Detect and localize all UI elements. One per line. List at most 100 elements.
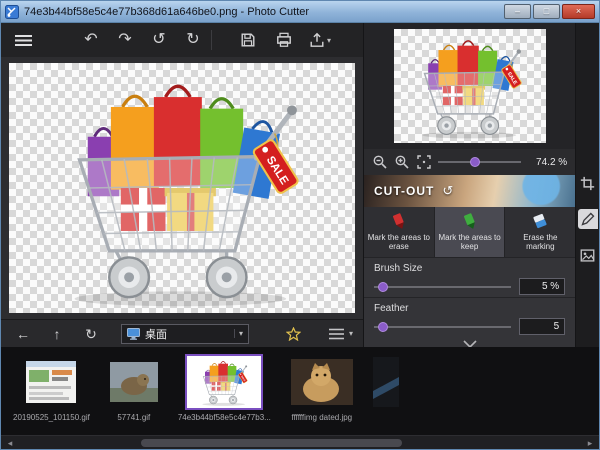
rotate-right-icon: ↻ — [186, 32, 199, 48]
export-dropdown-icon: ▾ — [327, 36, 331, 45]
feather-slider-track[interactable] — [374, 326, 511, 328]
maximize-button[interactable]: □ — [533, 4, 560, 19]
brush-size-slider-handle[interactable] — [378, 282, 388, 292]
scrollbar-thumb[interactable] — [141, 439, 402, 447]
menu-button[interactable] — [11, 27, 35, 53]
thumbnail-item[interactable]: 20190525_101150.gif — [13, 354, 90, 422]
red-marker-icon — [390, 213, 408, 230]
export-icon — [309, 32, 325, 48]
tool-erase-marking[interactable]: Erase the marking — [505, 207, 575, 257]
side-tool-strip — [575, 23, 599, 347]
nav-back-button[interactable]: ← — [11, 321, 35, 347]
minimize-button[interactable]: – — [504, 4, 531, 19]
zoom-out-icon — [373, 155, 387, 169]
feather-slider[interactable] — [374, 320, 511, 334]
scroll-left-button[interactable]: ◂ — [4, 438, 16, 448]
zoom-slider[interactable] — [438, 155, 521, 169]
green-marker-icon — [461, 213, 479, 230]
desktop-icon — [127, 328, 140, 340]
zoom-value: 74.2 % — [527, 157, 567, 168]
zoom-in-icon — [395, 155, 409, 169]
rotate-left-icon: ↺ — [152, 32, 165, 48]
brush-size-section: Brush Size 5 % — [364, 257, 575, 297]
thumbnail-label: 20190525_101150.gif — [13, 413, 90, 422]
brush-size-slider-track[interactable] — [374, 286, 511, 288]
pen-icon — [580, 212, 595, 227]
refresh-icon: ↻ — [85, 327, 97, 341]
undo-button[interactable]: ↶ — [79, 27, 103, 53]
preview-cart-image — [411, 31, 529, 141]
view-options-button[interactable]: ▾ — [329, 321, 353, 347]
feather-value[interactable]: 5 — [519, 318, 565, 335]
tool-label: Mark the areas to keep — [438, 233, 502, 251]
thumbnail-screenshot-image — [26, 361, 76, 403]
main-toolbar: ↶ ↷ ↺ ↻ — [1, 23, 363, 57]
fit-to-screen-button[interactable] — [416, 149, 432, 175]
left-column: ↶ ↷ ↺ ↻ — [1, 23, 363, 347]
up-icon: ↑ — [54, 327, 61, 341]
cutout-tool-button[interactable] — [578, 209, 598, 229]
thumbnail-item[interactable]: ffffffimg dated.jpg — [291, 354, 353, 422]
thumbnail-cart-image — [196, 357, 252, 407]
thumbnail-label: ffffffimg dated.jpg — [291, 413, 352, 422]
feather-section: Feather 5 — [364, 297, 575, 337]
location-dropdown-icon: ▾ — [234, 329, 243, 338]
redo-icon: ↷ — [118, 32, 131, 48]
crop-icon — [580, 176, 595, 191]
thumbnail-item[interactable] — [373, 354, 399, 413]
export-button[interactable]: ▾ — [308, 27, 332, 53]
file-browser-toolbar: ← ↑ ↻ 桌面 ▾ — [1, 319, 363, 347]
list-view-icon — [329, 328, 344, 340]
app-icon — [5, 5, 19, 19]
preview-area — [364, 23, 575, 149]
main-content: ↶ ↷ ↺ ↻ — [1, 23, 599, 347]
thumbnail-strip: 20190525_101150.gif 57741.gif 74e3b4 — [1, 347, 599, 435]
zoom-in-button[interactable] — [394, 149, 410, 175]
image-tool-button[interactable] — [578, 245, 598, 265]
zoom-slider-handle[interactable] — [470, 157, 480, 167]
zoom-out-button[interactable] — [372, 149, 388, 175]
thumbnail-partial-image — [373, 357, 399, 407]
cutout-reset-button[interactable]: ↺ — [442, 183, 453, 199]
tool-mark-erase[interactable]: Mark the areas to erase — [364, 207, 435, 257]
rotate-left-button[interactable]: ↺ — [147, 27, 171, 53]
feather-slider-handle[interactable] — [378, 322, 388, 332]
location-dropdown[interactable]: 桌面 ▾ — [121, 324, 249, 344]
right-panel: 74.2 % CUT-OUT ↺ Mark the areas to erase — [363, 23, 575, 347]
cutout-tool-tabs: Mark the areas to erase Mark the areas t… — [364, 207, 575, 257]
tool-mark-keep[interactable]: Mark the areas to keep — [435, 207, 506, 257]
nav-up-button[interactable]: ↑ — [45, 321, 69, 347]
image-icon — [580, 248, 595, 263]
photo-cutter-window: 74e3b44bf58e5c4e77b368d61a646be0.png - P… — [0, 0, 600, 450]
canvas-area — [1, 57, 363, 319]
hamburger-icon — [15, 34, 32, 47]
brush-size-value[interactable]: 5 % — [519, 278, 565, 295]
thumbnail-item-selected[interactable]: 74e3b44bf58e5c4e77b3... — [178, 354, 271, 422]
print-button[interactable] — [272, 27, 296, 53]
scroll-right-button[interactable]: ▸ — [584, 438, 596, 448]
scrollbar-track[interactable] — [16, 439, 584, 447]
crop-tool-button[interactable] — [578, 173, 598, 193]
thumbnail-marmot-image — [110, 362, 158, 402]
rotate-right-button[interactable]: ↻ — [181, 27, 205, 53]
save-button[interactable] — [236, 27, 260, 53]
toolbar-divider — [211, 30, 212, 50]
thumbnail-cat-image — [291, 359, 353, 405]
zoom-controls: 74.2 % — [364, 149, 575, 175]
refresh-button[interactable]: ↻ — [79, 321, 103, 347]
feather-label: Feather — [374, 303, 565, 314]
brush-size-label: Brush Size — [374, 263, 565, 274]
tool-label: Erase the marking — [508, 233, 572, 251]
print-icon — [276, 32, 292, 48]
thumbnail-item[interactable]: 57741.gif — [110, 354, 158, 422]
favorites-button[interactable] — [281, 321, 305, 347]
brush-size-slider[interactable] — [374, 280, 511, 294]
eraser-icon — [531, 213, 549, 230]
close-button[interactable]: × — [562, 4, 595, 19]
edit-canvas[interactable] — [9, 63, 355, 313]
save-icon — [240, 32, 256, 48]
star-icon — [286, 327, 301, 341]
tool-label: Mark the areas to erase — [367, 233, 431, 251]
redo-button[interactable]: ↷ — [113, 27, 137, 53]
cutout-section-header: CUT-OUT ↺ — [364, 175, 575, 207]
